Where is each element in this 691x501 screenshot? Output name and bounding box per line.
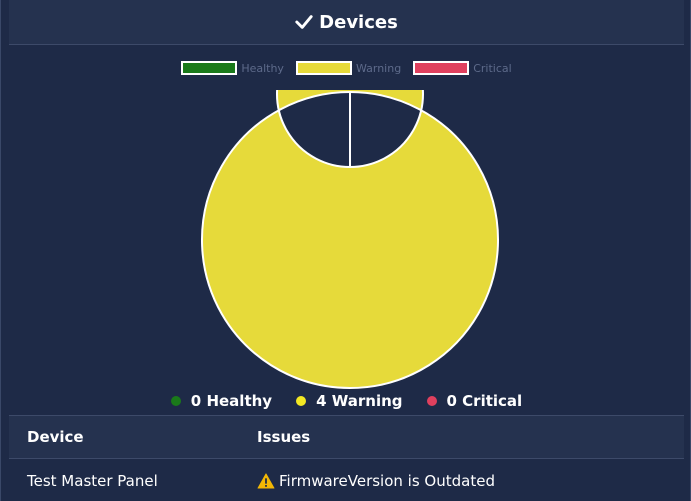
legend-label-healthy: Healthy xyxy=(241,61,284,75)
table-header-row: Device Issues xyxy=(9,415,684,458)
healthy-dot-icon xyxy=(170,396,181,406)
legend-swatch-healthy xyxy=(181,61,238,75)
status-summary: 0 Healthy 4 Warning 0 Critical xyxy=(1,392,691,410)
summary-healthy: 0 Healthy xyxy=(170,392,273,410)
legend-item-healthy[interactable]: Healthy xyxy=(181,61,284,75)
summary-critical-text: 0 Critical xyxy=(446,392,523,410)
summary-critical: 0 Critical xyxy=(426,392,523,410)
summary-warning-text: 4 Warning xyxy=(316,392,403,410)
panel-title: Devices xyxy=(319,11,398,33)
legend-label-critical: Critical xyxy=(473,61,512,75)
device-status-donut-chart xyxy=(200,90,499,389)
column-header-issues[interactable]: Issues xyxy=(257,428,684,446)
issues-cell: FirmwareVersion is Outdated xyxy=(257,472,684,490)
panel-header: Devices xyxy=(9,0,684,45)
legend-label-warning: Warning xyxy=(355,61,402,75)
legend-swatch-warning xyxy=(295,61,352,75)
devices-panel: Devices Healthy Warning Critical 0 Healt… xyxy=(0,0,691,501)
warning-icon xyxy=(257,473,275,489)
warning-dot-icon xyxy=(296,396,307,406)
device-cell: Test Master Panel xyxy=(27,472,158,490)
issue-text: FirmwareVersion is Outdated xyxy=(279,472,495,490)
devices-table: Device Issues Test Master Panel Firmware… xyxy=(9,415,684,501)
chart-legend: Healthy Warning Critical xyxy=(1,61,691,75)
column-header-device[interactable]: Device xyxy=(9,428,257,446)
legend-item-critical[interactable]: Critical xyxy=(413,61,512,75)
legend-swatch-critical xyxy=(413,61,470,75)
summary-warning: 4 Warning xyxy=(296,392,403,410)
table-row[interactable]: Test Master Panel FirmwareVersion is Out… xyxy=(9,458,684,501)
check-icon xyxy=(295,15,313,29)
legend-item-warning[interactable]: Warning xyxy=(295,61,402,75)
summary-healthy-text: 0 Healthy xyxy=(190,392,273,410)
critical-dot-icon xyxy=(426,396,437,406)
